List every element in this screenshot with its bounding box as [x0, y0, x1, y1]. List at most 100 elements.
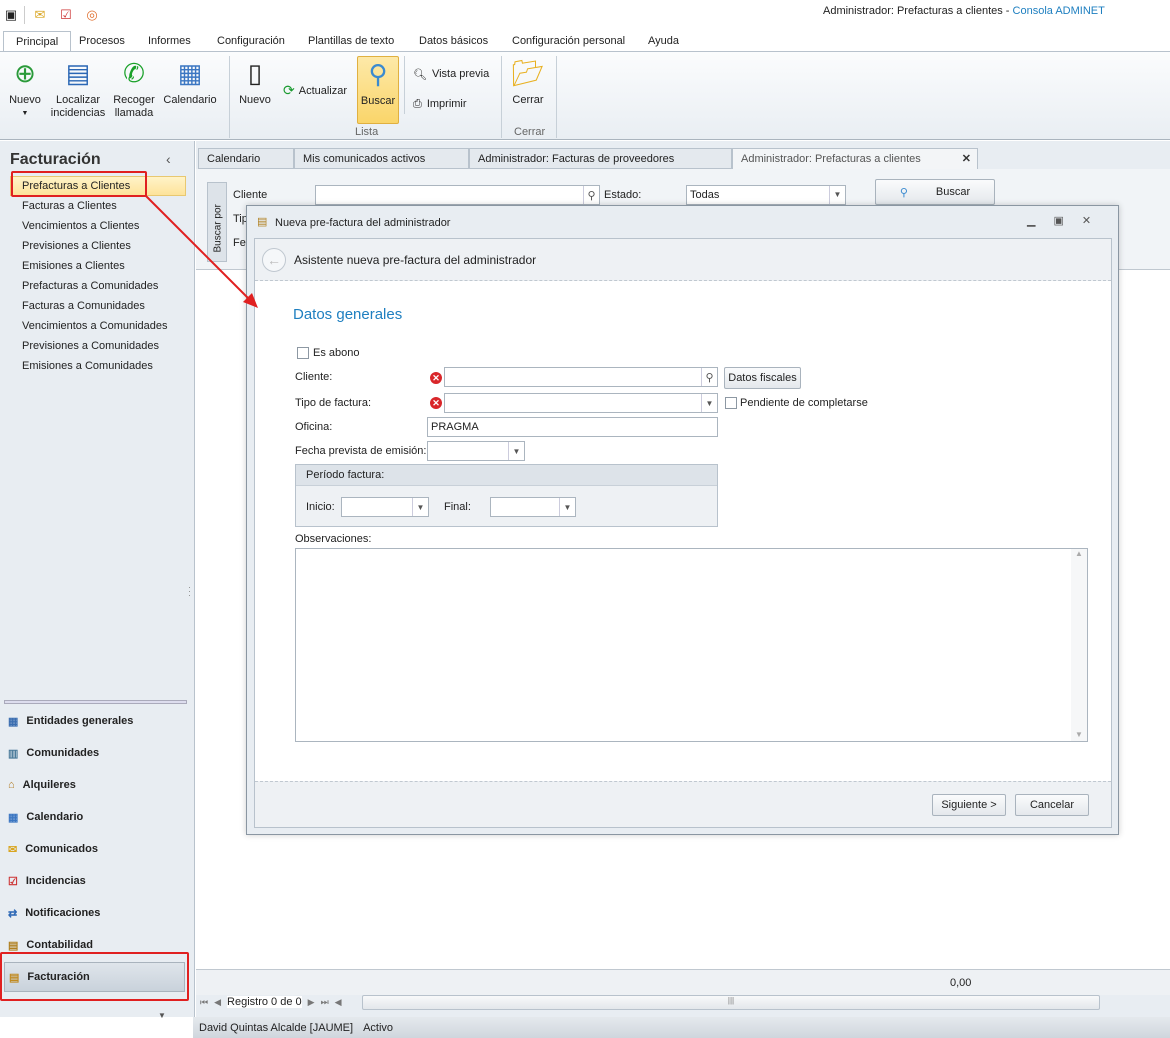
search-cliente-input[interactable]: ⚲ — [315, 185, 600, 205]
group-label-lista: Lista — [355, 126, 379, 138]
module-comunidades[interactable]: ▥ Comunidades — [8, 739, 188, 767]
nuevo-list-button[interactable]: ▯ Nuevo — [234, 56, 276, 126]
tab-plantillas[interactable]: Plantillas de texto — [296, 31, 406, 52]
last-record-icon[interactable]: ⏭ — [321, 997, 329, 1008]
back-icon[interactable]: ← — [262, 248, 286, 272]
doc-tab-prefacturas[interactable]: Administrador: Prefacturas a clientes ✕ — [732, 148, 978, 169]
buscar-por-label: Buscar por — [212, 204, 224, 253]
nav-item[interactable]: Emisiones a Clientes — [22, 257, 125, 275]
next-record-icon[interactable]: ▶ — [308, 997, 315, 1008]
buscar-button[interactable]: ⚲ Buscar — [875, 179, 995, 205]
module-alquileres[interactable]: ⌂ Alquileres — [8, 771, 188, 799]
vista-previa-button[interactable]: 🔍︎ Vista previa — [413, 68, 489, 81]
vertical-scrollbar[interactable]: ▲ ▼ — [1071, 549, 1087, 741]
cerrar-button[interactable]: 📂︎ Cerrar — [507, 56, 549, 126]
error-icon: ✕ — [430, 372, 442, 384]
window-title: Administrador: Prefacturas a clientes - … — [823, 5, 1105, 17]
prev-record-icon[interactable]: ◀ — [214, 997, 221, 1008]
search-panel-side: Buscar por — [207, 182, 227, 262]
close-tab-icon[interactable]: ✕ — [962, 149, 971, 169]
first-record-icon[interactable]: ⏮ — [200, 997, 208, 1008]
datos-fiscales-button[interactable]: Datos fiscales — [724, 367, 801, 389]
cancelar-button[interactable]: Cancelar — [1015, 794, 1089, 816]
magnifier-icon: ⚲ — [368, 58, 388, 89]
section-title: Datos generales — [293, 306, 403, 323]
tipo-factura-select[interactable]: ▼ — [444, 393, 718, 413]
status-user: David Quintas Alcalde [JAUME] — [199, 1021, 354, 1034]
module-calendario[interactable]: ▦ Calendario — [8, 803, 188, 831]
nav-item[interactable]: Facturas a Clientes — [22, 197, 117, 215]
cliente-label: Cliente: — [295, 371, 333, 383]
cliente-input[interactable]: ⚲ — [444, 367, 718, 387]
splitter-handle[interactable]: · · · — [188, 583, 191, 600]
observaciones-textarea[interactable]: ▲ ▼ — [295, 548, 1088, 742]
oficina-input[interactable]: PRAGMA — [427, 417, 718, 437]
divider — [501, 56, 502, 138]
broadcast-icon[interactable]: ◎ — [83, 6, 101, 24]
tab-configuracion-personal[interactable]: Configuración personal — [500, 31, 637, 52]
nav-item[interactable]: Vencimientos a Clientes — [22, 217, 139, 235]
mail-icon: ✉ — [8, 843, 18, 856]
record-count: Registro 0 de 0 — [227, 996, 302, 1008]
module-entidades[interactable]: ▦ Entidades generales — [8, 707, 188, 735]
divider — [404, 56, 405, 114]
tab-ayuda[interactable]: Ayuda — [636, 31, 691, 52]
doc-tab-calendario[interactable]: Calendario — [198, 148, 294, 169]
tab-configuracion[interactable]: Configuración — [205, 31, 297, 52]
horizontal-scrollbar[interactable]: ||| — [362, 995, 1100, 1010]
nav-item[interactable]: Facturas a Comunidades — [22, 297, 145, 315]
actualizar-button[interactable]: ⟳ Actualizar — [283, 82, 347, 99]
calendario-button[interactable]: ▦ Calendario — [162, 56, 218, 126]
nav-item[interactable]: Prefacturas a Comunidades — [22, 277, 158, 295]
chevron-down-icon[interactable]: ▼ — [158, 1011, 166, 1020]
search-icon[interactable]: ⚲ — [701, 368, 717, 386]
tab-informes[interactable]: Informes — [136, 31, 203, 52]
nav-item[interactable]: Prefacturas a Clientes — [22, 177, 130, 195]
search-icon[interactable]: ⚲ — [583, 186, 599, 204]
localizar-incidencias-button[interactable]: ▤ Localizar incidencias — [50, 56, 106, 126]
fecha-prevista-select[interactable]: ▼ — [427, 441, 525, 461]
invoice-icon: ▤ — [257, 216, 268, 228]
close-icon[interactable]: ✕ — [1082, 214, 1091, 227]
module-incidencias[interactable]: ☑ Incidencias — [8, 867, 188, 895]
cliente-label: Cliente — [233, 189, 268, 201]
collapse-icon[interactable]: ‹ — [166, 151, 171, 167]
doc-tab-facturas-proveedores[interactable]: Administrador: Facturas de proveedores — [469, 148, 732, 169]
app-icon[interactable]: ▣ — [2, 6, 20, 24]
es-abono-checkbox[interactable] — [297, 347, 309, 359]
siguiente-button[interactable]: Siguiente > — [932, 794, 1006, 816]
mail-icon[interactable]: ✉ — [31, 6, 49, 24]
tab-datos-basicos[interactable]: Datos básicos — [407, 31, 500, 52]
nav-item[interactable]: Previsiones a Clientes — [22, 237, 131, 255]
nav-item[interactable]: Vencimientos a Comunidades — [22, 317, 168, 335]
module-comunicados[interactable]: ✉ Comunicados — [8, 835, 188, 863]
wizard-header: ← Asistente nueva pre-factura del admini… — [255, 239, 1111, 281]
es-abono-label: Es abono — [313, 347, 360, 359]
maximize-icon[interactable]: ▣ — [1053, 214, 1063, 227]
house-icon: ⌂ — [8, 779, 15, 791]
scroll-left-icon[interactable]: ◀ — [335, 997, 342, 1008]
imprimir-button[interactable]: ⎙ Imprimir — [413, 98, 467, 111]
minimize-icon[interactable]: ▁ — [1027, 214, 1035, 227]
recoger-llamada-button[interactable]: ✆ Recoger llamada — [110, 56, 158, 126]
buscar-ribbon-button[interactable]: ⚲ Buscar — [357, 56, 399, 124]
module-notificaciones[interactable]: ⇄ Notificaciones — [8, 899, 188, 927]
dialog-title: Nueva pre-factura del administrador — [275, 217, 451, 229]
checklist-icon[interactable]: ☑ — [57, 6, 75, 24]
nuevo-dropdown-button[interactable]: ⊕ Nuevo ▼ — [4, 56, 46, 126]
wizard-title: Asistente nueva pre-factura del administ… — [294, 253, 537, 267]
tab-principal[interactable]: Principal — [3, 31, 72, 52]
estado-select[interactable]: Todas ▼ — [686, 185, 846, 205]
tab-procesos[interactable]: Procesos — [67, 31, 137, 52]
grid-footer — [196, 969, 1170, 995]
final-select[interactable]: ▼ — [490, 497, 576, 517]
nav-item[interactable]: Emisiones a Comunidades — [22, 357, 153, 375]
doc-tab-comunicados[interactable]: Mis comunicados activos — [294, 148, 469, 169]
nav-item[interactable]: Previsiones a Comunidades — [22, 337, 159, 355]
magnifier-icon: ⚲ — [899, 186, 908, 199]
inicio-select[interactable]: ▼ — [341, 497, 429, 517]
panel-splitter[interactable] — [4, 700, 187, 704]
wizard-body: ← Asistente nueva pre-factura del admini… — [254, 238, 1112, 828]
new-prefactura-dialog: ▤ Nueva pre-factura del administrador ▁ ▣… — [246, 205, 1119, 835]
pendiente-checkbox[interactable] — [725, 397, 737, 409]
